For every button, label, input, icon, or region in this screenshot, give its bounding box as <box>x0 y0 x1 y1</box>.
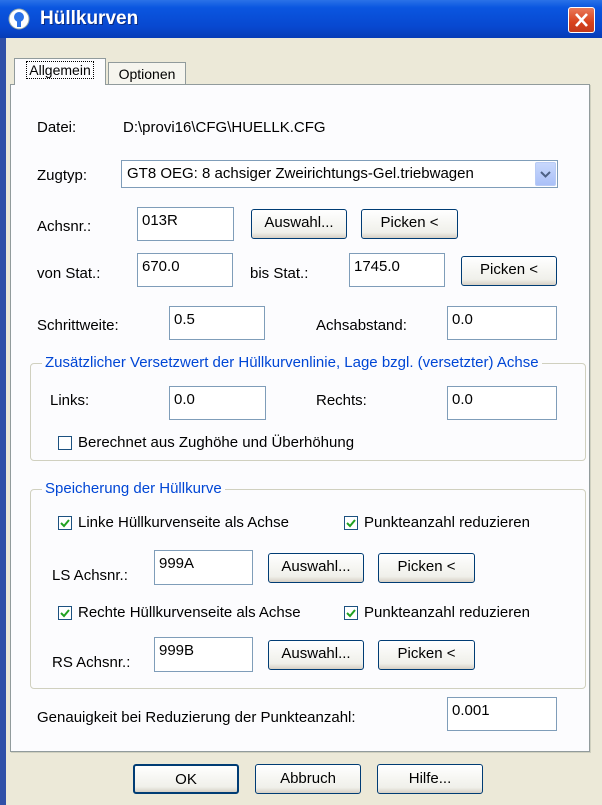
datei-value: D:\provi16\CFG\HUELLK.CFG <box>123 119 326 136</box>
hilfe-button[interactable]: Hilfe... <box>377 764 483 794</box>
abbruch-button[interactable]: Abbruch <box>255 764 361 794</box>
rechte-hullkurve-checkbox[interactable] <box>58 606 72 620</box>
zugtyp-value: GT8 OEG: 8 achsiger Zweirichtungs-Gel.tr… <box>127 165 474 182</box>
checkmark-icon <box>346 609 356 618</box>
title-bar[interactable]: Hüllkurven <box>0 0 602 38</box>
checkmark-icon <box>60 519 70 528</box>
berechnet-label: Berechnet aus Zughöhe und Überhöhung <box>78 434 355 451</box>
rs-auswahl-button[interactable]: Auswahl... <box>268 640 364 670</box>
rs-picken-button[interactable]: Picken < <box>378 640 475 670</box>
window-title: Hüllkurven <box>40 8 139 29</box>
versatz-group-title: Zusätzlicher Versetzwert der Hüllkurvenl… <box>42 354 542 371</box>
bis-stat-label: bis Stat.: <box>250 265 309 282</box>
left-window-edge <box>0 38 6 805</box>
punkteanzahl-2-label: Punkteanzahl reduzieren <box>364 604 530 621</box>
linke-hullkurve-label: Linke Hüllkurvenseite als Achse <box>78 514 289 531</box>
schrittweite-input[interactable]: 0.5 <box>169 306 265 340</box>
achsabstand-label: Achsabstand: <box>316 317 407 334</box>
rechts-label: Rechts: <box>316 392 367 409</box>
punkteanzahl-1-checkbox[interactable] <box>344 516 358 530</box>
zugtyp-dropdown-button[interactable] <box>535 162 556 186</box>
punkteanzahl-1-label: Punkteanzahl reduzieren <box>364 514 530 531</box>
schrittweite-label: Schrittweite: <box>37 317 119 334</box>
rechts-input[interactable]: 0.0 <box>447 386 557 420</box>
von-stat-input[interactable]: 670.0 <box>137 253 233 287</box>
bis-stat-input[interactable]: 1745.0 <box>349 253 445 287</box>
genauigkeit-input[interactable]: 0.001 <box>447 697 557 731</box>
checkmark-icon <box>60 609 70 618</box>
abbruch-button-label: Abbruch <box>280 770 336 787</box>
chevron-down-icon <box>540 171 551 178</box>
punkteanzahl-2-checkbox[interactable] <box>344 606 358 620</box>
ok-button-label: OK <box>175 771 197 788</box>
ls-achsnr-input[interactable]: 999A <box>154 550 253 585</box>
rs-achsnr-input[interactable]: 999B <box>154 637 253 672</box>
app-icon <box>8 8 30 30</box>
von-stat-label: von Stat.: <box>37 265 101 282</box>
berechnet-checkbox[interactable] <box>58 436 72 450</box>
zugtyp-label: Zugtyp: <box>37 167 88 184</box>
genauigkeit-label: Genauigkeit bei Reduzierung der Punktean… <box>37 709 356 726</box>
achsnr-input[interactable]: 013R <box>137 207 234 241</box>
tab-optionen[interactable]: Optionen <box>108 62 186 85</box>
hilfe-button-label: Hilfe... <box>408 770 452 787</box>
links-label: Links: <box>50 392 90 409</box>
ls-picken-button[interactable]: Picken < <box>378 553 475 583</box>
checkmark-icon <box>346 519 356 528</box>
achsnr-picken-button[interactable]: Picken < <box>361 209 458 239</box>
close-icon <box>575 13 588 27</box>
ls-achsnr-label: LS Achsnr.: <box>52 567 128 584</box>
rs-achsnr-label: RS Achsnr.: <box>52 654 131 671</box>
ok-button[interactable]: OK <box>133 764 239 794</box>
datei-label: Datei: <box>37 119 77 136</box>
achsnr-auswahl-button[interactable]: Auswahl... <box>251 209 347 239</box>
close-button[interactable] <box>568 7 595 33</box>
linke-hullkurve-checkbox[interactable] <box>58 516 72 530</box>
tab-optionen-label: Optionen <box>118 66 176 82</box>
stat-picken-button[interactable]: Picken < <box>461 256 557 286</box>
achsabstand-input[interactable]: 0.0 <box>447 306 557 340</box>
speicherung-group-title: Speicherung der Hüllkurve <box>42 480 225 497</box>
zugtyp-select[interactable]: GT8 OEG: 8 achsiger Zweirichtungs-Gel.tr… <box>121 160 558 188</box>
ls-auswahl-button[interactable]: Auswahl... <box>268 553 364 583</box>
links-input[interactable]: 0.0 <box>169 386 266 420</box>
achsnr-label: Achsnr.: <box>37 218 92 235</box>
tab-allgemein[interactable]: Allgemein <box>14 58 106 85</box>
rechte-hullkurve-label: Rechte Hüllkurvenseite als Achse <box>78 604 301 621</box>
tab-allgemein-label: Allgemein <box>26 61 94 79</box>
